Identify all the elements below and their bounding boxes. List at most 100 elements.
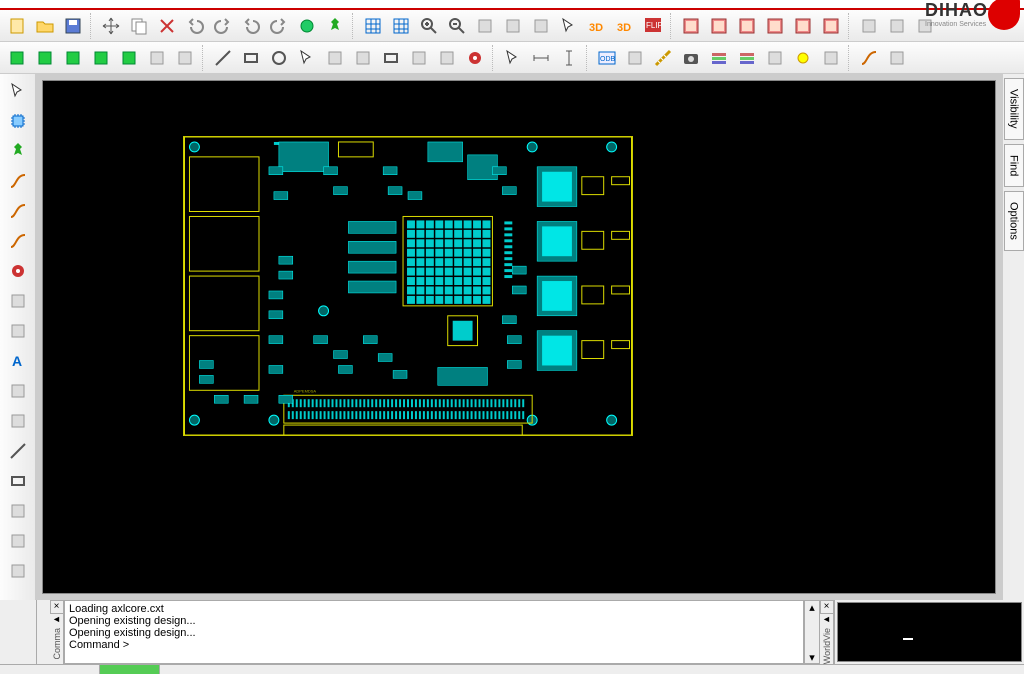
- dim-v-icon[interactable]: [556, 45, 582, 71]
- zoom-fit-icon[interactable]: [472, 13, 498, 39]
- redo2-icon[interactable]: [266, 13, 292, 39]
- layer5-icon[interactable]: [790, 13, 816, 39]
- pin-tool-icon[interactable]: [4, 138, 32, 164]
- open-icon[interactable]: [32, 13, 58, 39]
- flip-icon[interactable]: FLIP: [640, 13, 666, 39]
- layer4-icon[interactable]: [762, 13, 788, 39]
- console-line: Loading axlcore.cxt: [69, 603, 799, 615]
- place-g-icon[interactable]: [172, 45, 198, 71]
- tab-find[interactable]: Find: [1004, 144, 1024, 187]
- design-canvas[interactable]: ADPEMDSA: [42, 80, 996, 594]
- line-tool-icon[interactable]: [4, 438, 32, 464]
- place-a-icon[interactable]: [4, 45, 30, 71]
- command-close-button[interactable]: ×: [50, 600, 64, 614]
- shape-line-icon[interactable]: [210, 45, 236, 71]
- report-icon[interactable]: [884, 13, 910, 39]
- plane-tool-icon[interactable]: [4, 558, 32, 584]
- route-line-icon[interactable]: [4, 168, 32, 194]
- shape-rect-icon[interactable]: [238, 45, 264, 71]
- view3d-icon[interactable]: 3D: [612, 13, 638, 39]
- cluster-icon[interactable]: [4, 378, 32, 404]
- move-icon[interactable]: [98, 13, 124, 39]
- pcb-board: ADPEMDSA: [183, 136, 633, 436]
- refresh-icon[interactable]: [294, 13, 320, 39]
- shape-via-icon[interactable]: [462, 45, 488, 71]
- place-e-icon[interactable]: [116, 45, 142, 71]
- shape-rect2-icon[interactable]: [378, 45, 404, 71]
- place-b-icon[interactable]: [32, 45, 58, 71]
- xsection-icon[interactable]: [706, 45, 732, 71]
- route-bus-icon[interactable]: [4, 228, 32, 254]
- shape-poly-icon[interactable]: [322, 45, 348, 71]
- worldview-close-button[interactable]: ×: [820, 600, 834, 614]
- brush-tool-icon[interactable]: [4, 528, 32, 554]
- place-c-icon[interactable]: [60, 45, 86, 71]
- brand-swirl-icon: [988, 0, 1020, 30]
- fanout-icon[interactable]: [4, 318, 32, 344]
- odbpp-icon[interactable]: ODB: [594, 45, 620, 71]
- tab-options[interactable]: Options: [1004, 191, 1024, 251]
- svg-text:3D: 3D: [617, 22, 631, 34]
- undo-icon[interactable]: [182, 13, 208, 39]
- measure-icon[interactable]: [650, 45, 676, 71]
- grid-icon[interactable]: [388, 13, 414, 39]
- select-comp-icon[interactable]: [500, 45, 526, 71]
- place-d-icon[interactable]: [88, 45, 114, 71]
- worldview-label: WorldVie: [822, 628, 832, 664]
- main-toolbar: 3D 3D FLIP: [0, 10, 1024, 42]
- swap-icon[interactable]: [4, 408, 32, 434]
- pin-icon[interactable]: [322, 13, 348, 39]
- left-toolbar: A: [0, 74, 36, 600]
- layer3-icon[interactable]: [734, 13, 760, 39]
- console-line: Opening existing design...: [69, 615, 799, 627]
- layer1-icon[interactable]: [678, 13, 704, 39]
- layer6-icon[interactable]: [818, 13, 844, 39]
- highlight-icon[interactable]: [790, 45, 816, 71]
- snapshot-icon[interactable]: [678, 45, 704, 71]
- delete-icon[interactable]: [154, 13, 180, 39]
- worldview-canvas[interactable]: [837, 602, 1022, 662]
- zoom-select-icon[interactable]: [556, 13, 582, 39]
- brand-logo: DIHAO Innovation Services: [925, 0, 1020, 30]
- via-tool-icon[interactable]: [4, 258, 32, 284]
- place-f-icon[interactable]: [144, 45, 170, 71]
- zoom-out-icon[interactable]: [444, 13, 470, 39]
- chip-tool-icon[interactable]: [4, 108, 32, 134]
- xsection2-icon[interactable]: [734, 45, 760, 71]
- drc-icon[interactable]: [856, 13, 882, 39]
- command-scrollbar[interactable]: ▴ ▾: [804, 600, 820, 664]
- copy-icon[interactable]: [126, 13, 152, 39]
- zoom-window-icon[interactable]: [500, 13, 526, 39]
- route-angle-icon[interactable]: [4, 198, 32, 224]
- shape-select-icon[interactable]: [294, 45, 320, 71]
- svg-text:ADPEMDSA: ADPEMDSA: [294, 388, 317, 393]
- shape-circle-icon[interactable]: [266, 45, 292, 71]
- dim-h-icon[interactable]: [528, 45, 554, 71]
- route-icon[interactable]: [856, 45, 882, 71]
- label-tool-icon[interactable]: [4, 498, 32, 524]
- canvas-wrap: ADPEMDSA: [36, 74, 1002, 600]
- layer2-icon[interactable]: [706, 13, 732, 39]
- shape-fillet-icon[interactable]: [350, 45, 376, 71]
- shape-ellipse-icon[interactable]: [406, 45, 432, 71]
- console-line: Opening existing design...: [69, 627, 799, 639]
- carve-icon[interactable]: [884, 45, 910, 71]
- view3d-orbit-icon[interactable]: 3D: [584, 13, 610, 39]
- zoom-in-icon[interactable]: [416, 13, 442, 39]
- undo2-icon[interactable]: [238, 13, 264, 39]
- text-tool-icon[interactable]: A: [4, 348, 32, 374]
- shape-arc-icon[interactable]: [434, 45, 460, 71]
- grid-dot-icon[interactable]: [360, 13, 386, 39]
- rect-tool-icon[interactable]: [4, 468, 32, 494]
- tab-visibility[interactable]: Visibility: [1004, 78, 1024, 140]
- slide-icon[interactable]: [4, 288, 32, 314]
- new-icon[interactable]: [4, 13, 30, 39]
- assign-icon[interactable]: [762, 45, 788, 71]
- save-icon[interactable]: [60, 13, 86, 39]
- zoom-prev-icon[interactable]: [528, 13, 554, 39]
- select-tool-icon[interactable]: [4, 78, 32, 104]
- dedupe-icon[interactable]: [818, 45, 844, 71]
- redo-icon[interactable]: [210, 13, 236, 39]
- command-console[interactable]: Loading axlcore.cxtOpening existing desi…: [64, 600, 804, 664]
- doc-icon[interactable]: [622, 45, 648, 71]
